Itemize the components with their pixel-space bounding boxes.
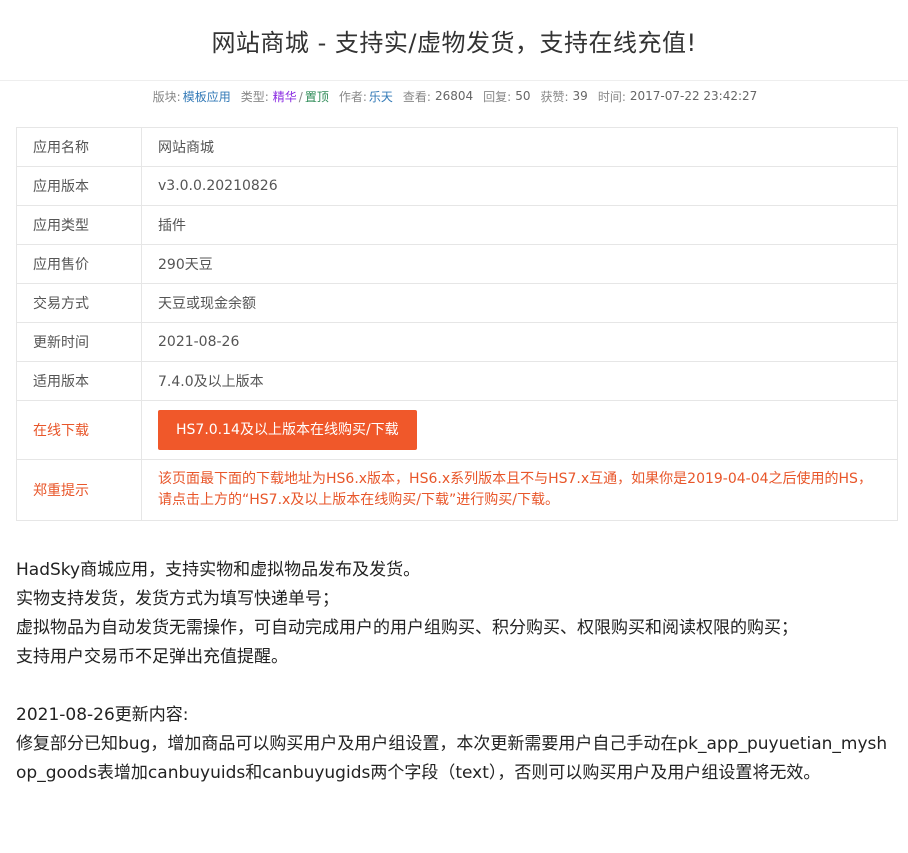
type-link-pinned[interactable]: 置顶: [305, 90, 329, 104]
info-row-download: 在线下载 HS7.0.14及以上版本在线购买/下载: [16, 400, 898, 460]
info-value: 2021-08-26: [141, 322, 898, 362]
info-value: HS7.0.14及以上版本在线购买/下载: [141, 400, 898, 460]
update-text: 修复部分已知bug，增加商品可以购买用户及用户组设置，本次更新需要用户自己手动在…: [16, 734, 888, 783]
author-link[interactable]: 乐天: [369, 88, 393, 105]
board-label: 版块:: [152, 89, 181, 104]
info-row-version: 应用版本 v3.0.0.20210826: [16, 166, 898, 206]
info-row-name: 应用名称 网站商城: [16, 127, 898, 167]
time-label: 时间:: [597, 89, 626, 104]
app-info-table: 应用名称 网站商城 应用版本 v3.0.0.20210826 应用类型 插件 应…: [16, 127, 898, 521]
update-heading: 2021-08-26更新内容:: [16, 705, 189, 725]
info-key: 适用版本: [16, 361, 142, 401]
replies-label: 回复:: [483, 89, 512, 104]
info-value: 插件: [141, 205, 898, 245]
type-separator: /: [298, 89, 303, 104]
info-key: 在线下载: [16, 400, 142, 460]
post-time: 2017-07-22 23:42:27: [629, 89, 758, 103]
info-key: 应用售价: [16, 244, 142, 284]
type-values: 精华 / 置顶: [273, 88, 329, 105]
desc-line: 支持用户交易币不足弹出充值提醒。: [16, 647, 288, 667]
type-link-featured[interactable]: 精华: [273, 90, 297, 104]
info-row-notice: 郑重提示 该页面最下面的下载地址为HS6.x版本，HS6.x系列版本且不与HS7…: [16, 459, 898, 521]
info-key: 更新时间: [16, 322, 142, 362]
info-key: 交易方式: [16, 283, 142, 323]
info-row-compat: 适用版本 7.4.0及以上版本: [16, 361, 898, 401]
info-value: 7.4.0及以上版本: [141, 361, 898, 401]
author-label: 作者:: [338, 89, 367, 104]
info-value: 290天豆: [141, 244, 898, 284]
likes-count: 39: [572, 89, 588, 103]
replies-count: 50: [515, 89, 531, 103]
views-count: 26804: [434, 89, 474, 103]
desc-line: 虚拟物品为自动发货无需操作，可自动完成用户的用户组购买、积分购买、权限购买和阅读…: [16, 618, 798, 638]
info-key: 郑重提示: [16, 459, 142, 521]
board-link[interactable]: 模板应用: [183, 88, 231, 105]
buy-download-button[interactable]: HS7.0.14及以上版本在线购买/下载: [158, 410, 417, 450]
type-label: 类型:: [240, 89, 269, 104]
app-description: HadSky商城应用，支持实物和虚拟物品发布及发货。 实物支持发货，发货方式为填…: [16, 556, 896, 788]
info-row-type: 应用类型 插件: [16, 205, 898, 245]
desc-line: 实物支持发货，发货方式为填写快递单号；: [16, 589, 339, 609]
notice-text: 该页面最下面的下载地址为HS6.x版本，HS6.x系列版本且不与HS7.x互通，…: [158, 471, 872, 508]
info-row-price: 应用售价 290天豆: [16, 244, 898, 284]
info-key: 应用类型: [16, 205, 142, 245]
info-key: 应用名称: [16, 127, 142, 167]
info-value: 天豆或现金余额: [141, 283, 898, 323]
info-key: 应用版本: [16, 166, 142, 206]
info-value: 网站商城: [141, 127, 898, 167]
post-meta: 版块: 模板应用 类型: 精华 / 置顶 作者: 乐天 查看: 26804 回复: …: [0, 80, 908, 112]
info-value: 该页面最下面的下载地址为HS6.x版本，HS6.x系列版本且不与HS7.x互通，…: [141, 459, 898, 521]
info-row-trade: 交易方式 天豆或现金余额: [16, 283, 898, 323]
desc-line: HadSky商城应用，支持实物和虚拟物品发布及发货。: [16, 560, 421, 580]
likes-label: 获赞:: [540, 89, 569, 104]
views-label: 查看:: [402, 89, 431, 104]
page-title: 网站商城 - 支持实/虚物发货，支持在线充值!: [0, 0, 908, 81]
info-row-updated: 更新时间 2021-08-26: [16, 322, 898, 362]
info-value: v3.0.0.20210826: [141, 166, 898, 206]
